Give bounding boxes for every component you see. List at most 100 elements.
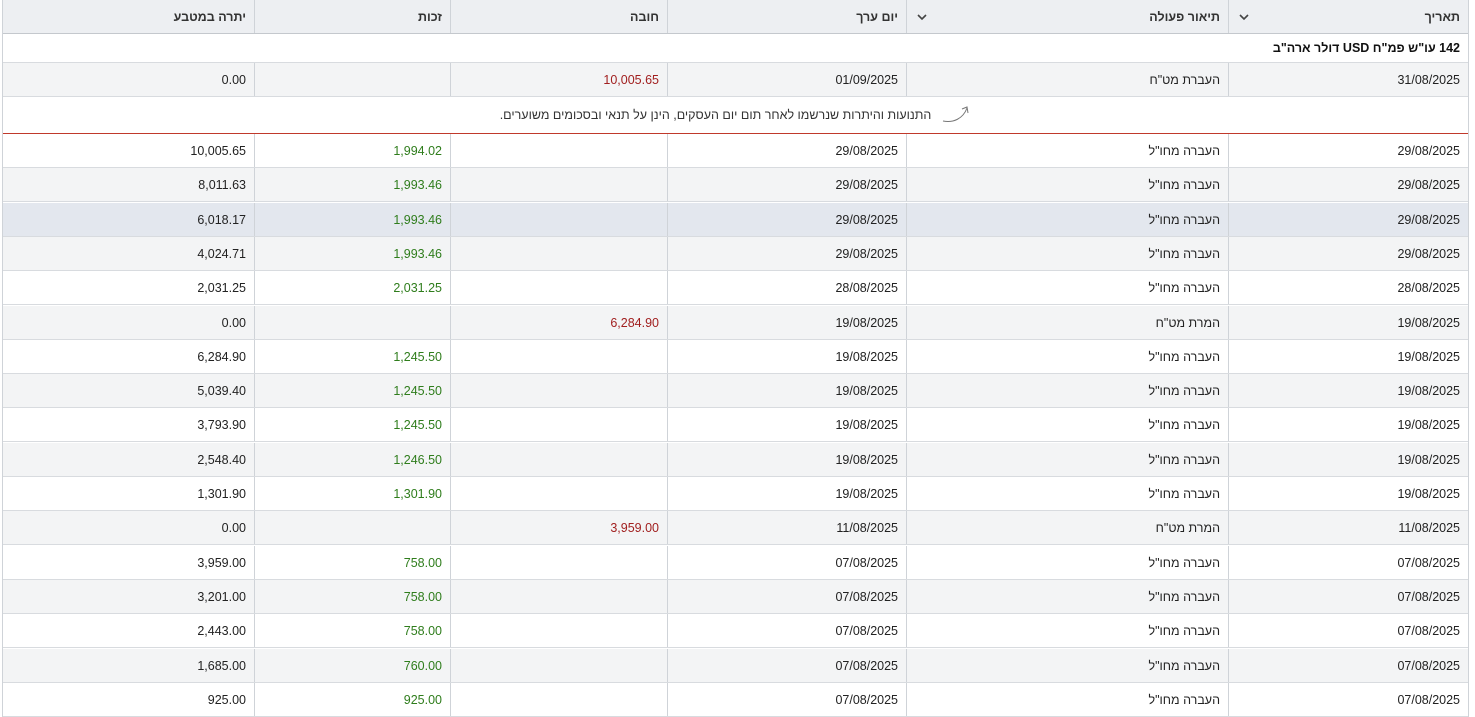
column-header-description[interactable]: תיאור פעולה (906, 0, 1228, 33)
cell-date: 29/08/2025 (1228, 168, 1468, 201)
cell-balance-text: 1,685.00 (197, 658, 246, 673)
table-row[interactable]: 19/08/2025 העברה מחו"ל 19/08/2025 1,301.90 1… (3, 477, 1468, 511)
cell-balance-text: 1,301.90 (197, 486, 246, 501)
table-row[interactable]: 07/08/2025 העברה מחו"ל 07/08/2025 925.00 925… (3, 683, 1468, 717)
cell-credit: 758.00 (254, 580, 450, 613)
table-row[interactable]: 29/08/2025 העברה מחו"ל 29/08/2025 1,993.46 4… (3, 237, 1468, 271)
table-row[interactable]: 07/08/2025 העברה מחו"ל 07/08/2025 758.00 3,2… (3, 580, 1468, 614)
cell-description-text: העברה מחו"ל (1148, 623, 1221, 638)
cell-credit (254, 63, 450, 96)
table-row[interactable]: 29/08/2025 העברה מחו"ל 29/08/2025 1,993.46 6… (3, 203, 1468, 237)
cell-balance-text: 6,284.90 (197, 349, 246, 364)
cell-credit-text: 1,245.50 (393, 383, 442, 398)
table-row[interactable]: 07/08/2025 העברה מחו"ל 07/08/2025 758.00 3,9… (3, 546, 1468, 580)
cell-date: 11/08/2025 (1228, 511, 1468, 544)
cell-balance-text: 0.00 (221, 520, 246, 535)
table-row[interactable]: 07/08/2025 העברה מחו"ל 07/08/2025 760.00 1,6… (3, 649, 1468, 683)
cell-balance-text: 0.00 (221, 315, 246, 330)
column-header-date[interactable]: תאריך (1228, 0, 1468, 33)
cell-description: העברה מחו"ל (906, 203, 1228, 236)
cell-date: 07/08/2025 (1228, 614, 1468, 647)
cell-value-date: 07/08/2025 (667, 546, 906, 579)
cell-credit-text: 758.00 (403, 623, 442, 638)
cell-debit (450, 408, 667, 441)
table-row[interactable]: 11/08/2025 המרת מט"ח 11/08/2025 3,959.00 0.0… (3, 511, 1468, 545)
table-row[interactable]: 29/08/2025 העברה מחו"ל 29/08/2025 1,993.46 8… (3, 168, 1468, 202)
cell-date: 31/08/2025 (1228, 63, 1468, 96)
cell-credit: 758.00 (254, 614, 450, 647)
cell-value-date: 07/08/2025 (667, 649, 906, 682)
cell-date-text: 19/08/2025 (1397, 452, 1460, 467)
cell-balance: 3,959.00 (3, 546, 254, 579)
cell-debit (450, 134, 667, 167)
column-header-balance-label: יתרה במטבע (173, 9, 246, 24)
cell-balance: 3,201.00 (3, 580, 254, 613)
cell-date-text: 11/08/2025 (1398, 520, 1460, 535)
cell-credit: 1,993.46 (254, 168, 450, 201)
table-row[interactable]: 19/08/2025 העברה מחו"ל 19/08/2025 1,245.50 5… (3, 374, 1468, 408)
cell-value-date-text: 28/08/2025 (835, 280, 898, 295)
cell-credit: 1,993.46 (254, 237, 450, 270)
cell-value-date-text: 29/08/2025 (835, 246, 898, 261)
table-row[interactable]: 19/08/2025 העברה מחו"ל 19/08/2025 1,245.50 6… (3, 340, 1468, 374)
cell-credit (254, 511, 450, 544)
cell-balance-text: 925.00 (207, 692, 246, 707)
cell-debit-text: 10,005.65 (603, 72, 659, 87)
cell-date-text: 19/08/2025 (1397, 315, 1460, 330)
cell-date-text: 07/08/2025 (1397, 589, 1460, 604)
cell-credit: 925.00 (254, 683, 450, 716)
cell-description: העברה מחו"ל (906, 168, 1228, 201)
cell-value-date-text: 29/08/2025 (835, 177, 898, 192)
cell-debit-text: 6,284.90 (610, 315, 659, 330)
cell-description-text: המרת מט"ח (1155, 315, 1220, 330)
table-row[interactable]: 07/08/2025 העברה מחו"ל 07/08/2025 758.00 2,4… (3, 614, 1468, 648)
cell-credit-text: 1,993.46 (393, 212, 442, 227)
cell-value-date: 19/08/2025 (667, 374, 906, 407)
cell-balance-text: 2,548.40 (197, 452, 246, 467)
cell-description: המרת מט"ח (906, 511, 1228, 544)
cell-description: העברת מט"ח (906, 63, 1228, 96)
cell-value-date: 29/08/2025 (667, 237, 906, 270)
cell-debit (450, 237, 667, 270)
cell-balance-text: 0.00 (221, 72, 246, 87)
after-hours-notice: התנועות והיתרות שנרשמו לאחר תום יום העסק… (3, 97, 1468, 134)
table-row[interactable]: 29/08/2025 העברה מחו"ל 29/08/2025 1,994.02 1… (3, 134, 1468, 168)
chevron-down-icon[interactable] (915, 10, 929, 24)
cell-description-text: העברה מחו"ל (1148, 452, 1221, 467)
table-row[interactable]: 19/08/2025 העברה מחו"ל 19/08/2025 1,245.50 3… (3, 408, 1468, 442)
cell-description-text: העברת מט"ח (1149, 72, 1220, 87)
cell-date: 07/08/2025 (1228, 683, 1468, 716)
cell-balance-text: 4,024.71 (197, 246, 246, 261)
cell-value-date: 19/08/2025 (667, 477, 906, 510)
cell-date-text: 29/08/2025 (1397, 246, 1460, 261)
cell-debit (450, 340, 667, 373)
notice-text: התנועות והיתרות שנרשמו לאחר תום יום העסק… (499, 108, 932, 122)
cell-credit-text: 760.00 (403, 658, 442, 673)
cell-balance-text: 2,031.25 (197, 280, 246, 295)
cell-debit-text: 3,959.00 (610, 520, 659, 535)
column-header-value-date: יום ערך (667, 0, 906, 33)
table-row[interactable]: 31/08/2025 העברת מט"ח 01/09/2025 10,005.65 0… (3, 63, 1468, 97)
table-row[interactable]: 28/08/2025 העברה מחו"ל 28/08/2025 2,031.25 2… (3, 271, 1468, 305)
cell-description-text: העברה מחו"ל (1148, 555, 1221, 570)
cell-credit: 1,246.50 (254, 443, 450, 476)
chevron-down-icon[interactable] (1237, 10, 1251, 24)
cell-description-text: העברה מחו"ל (1148, 383, 1221, 398)
cell-description: המרת מט"ח (906, 306, 1228, 339)
cell-balance-text: 5,039.40 (197, 383, 246, 398)
cell-description: העברה מחו"ל (906, 546, 1228, 579)
cell-value-date: 29/08/2025 (667, 168, 906, 201)
table-row[interactable]: 19/08/2025 העברה מחו"ל 19/08/2025 1,246.50 2… (3, 443, 1468, 477)
cell-debit (450, 168, 667, 201)
cell-value-date-text: 19/08/2025 (835, 383, 898, 398)
cell-date: 07/08/2025 (1228, 580, 1468, 613)
cell-credit-text: 2,031.25 (393, 280, 442, 295)
account-group-row: 142 עו"ש פמ"ח USD דולר ארה"ב (3, 34, 1468, 63)
cell-value-date: 29/08/2025 (667, 134, 906, 167)
cell-debit (450, 374, 667, 407)
cell-balance: 5,039.40 (3, 374, 254, 407)
cell-debit (450, 683, 667, 716)
table-row[interactable]: 19/08/2025 המרת מט"ח 19/08/2025 6,284.90 0.0… (3, 306, 1468, 340)
cell-description-text: העברה מחו"ל (1148, 658, 1221, 673)
cell-debit (450, 443, 667, 476)
